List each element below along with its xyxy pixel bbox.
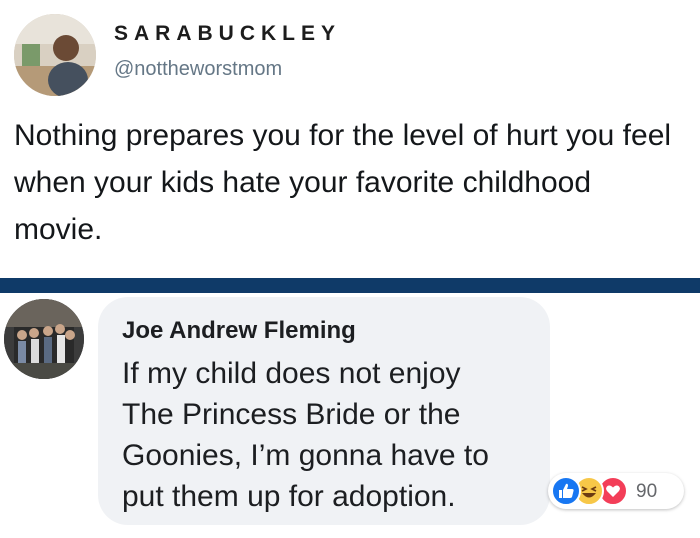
reaction-count: 90: [636, 481, 658, 502]
tweet-card: SARABUCKLEY @nottheworstmom Nothing prep…: [0, 0, 700, 278]
comment-line: put them up for adoption.: [122, 480, 456, 513]
facebook-comment: Joe Andrew Fleming If my child does not …: [0, 293, 700, 538]
tweet-handle[interactable]: @nottheworstmom: [114, 58, 282, 81]
like-icon: [551, 476, 581, 506]
comment-line: The Princess Bride or the: [122, 398, 461, 431]
comment-author[interactable]: Joe Andrew Fleming: [122, 317, 356, 345]
comment-bubble: Joe Andrew Fleming If my child does not …: [98, 297, 550, 525]
comment-line: If my child does not enjoy: [122, 357, 461, 390]
tweet-text: Nothing prepares you for the level of hu…: [14, 119, 672, 246]
comment-text: If my child does not enjoy The Princess …: [122, 353, 542, 517]
section-divider: [0, 278, 700, 293]
comment-line: Goonies, I’m gonna have to: [122, 439, 489, 472]
tweet-display-name[interactable]: SARABUCKLEY: [114, 22, 341, 46]
reaction-summary[interactable]: 90: [548, 473, 684, 509]
tweet-avatar[interactable]: [14, 14, 96, 96]
comment-avatar[interactable]: [4, 299, 84, 379]
